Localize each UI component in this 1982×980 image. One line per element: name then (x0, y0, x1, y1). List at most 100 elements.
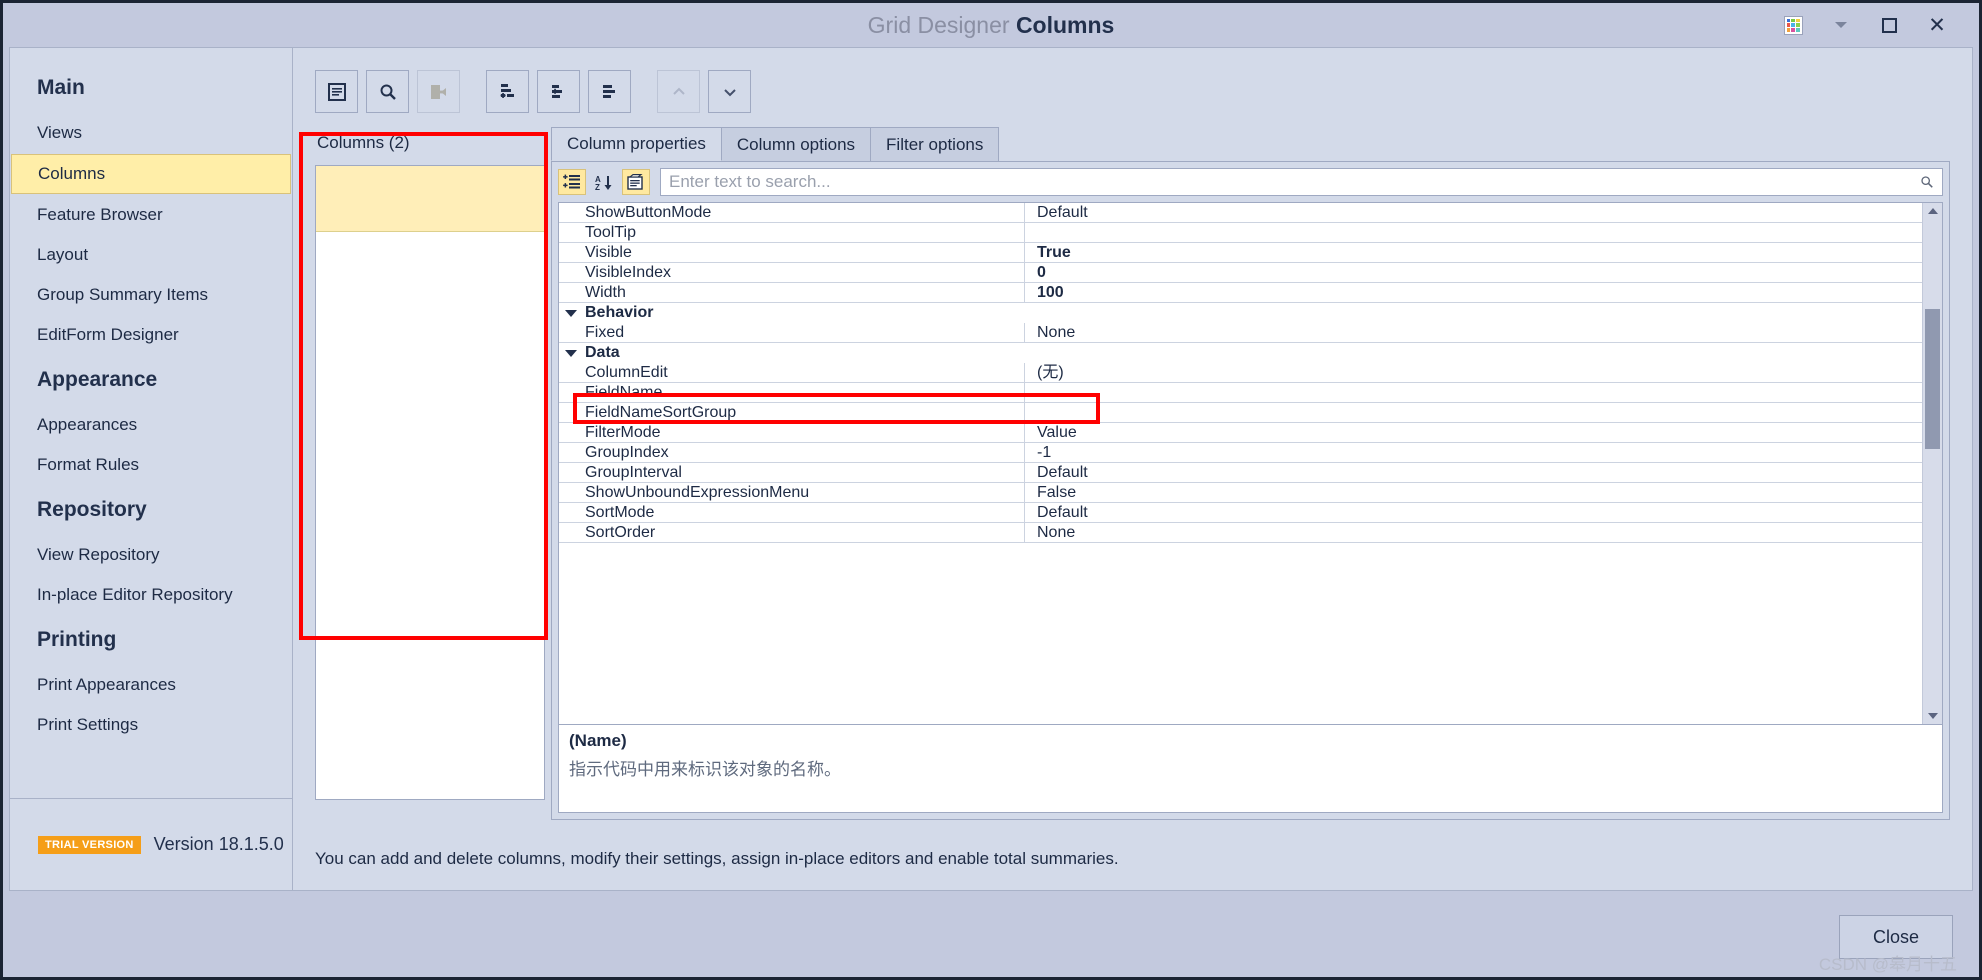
search-icon (1921, 176, 1933, 188)
property-name: FieldName (559, 382, 1025, 403)
show-designer-button[interactable] (315, 70, 358, 113)
scroll-down-icon[interactable] (1923, 708, 1942, 724)
property-grid[interactable]: ShowButtonMode Default ToolTip Visible True V… (558, 202, 1943, 725)
sidebar-item-editform-designer[interactable]: EditForm Designer (10, 316, 292, 354)
property-category-row[interactable]: Behavior (559, 303, 1922, 323)
property-name: SortOrder (559, 522, 1025, 543)
close-glyph: ✕ (1928, 13, 1946, 37)
property-name: ToolTip (559, 222, 1025, 243)
tab-filter-options[interactable]: Filter options (870, 127, 1000, 161)
property-category[interactable]: Data (559, 344, 620, 362)
property-row[interactable]: ToolTip (559, 222, 1922, 243)
search-input[interactable]: Enter text to search... (660, 168, 1943, 196)
triangle-down-icon[interactable] (565, 309, 577, 317)
property-category-label: Behavior (585, 304, 654, 321)
property-value[interactable]: Default (1025, 463, 1922, 483)
sidebar-item-layout[interactable]: Layout (10, 236, 292, 274)
scroll-thumb[interactable] (1925, 309, 1940, 449)
designer-content: Columns (2) Column properties Column opt… (293, 127, 1972, 828)
property-value[interactable] (1025, 383, 1922, 403)
property-name: FieldNameSortGroup (559, 402, 1025, 423)
property-value[interactable]: Value (1025, 423, 1922, 443)
property-row[interactable]: Fixed None (559, 322, 1922, 343)
sidebar-group-printing: Printing (37, 628, 117, 651)
description-icon[interactable] (622, 169, 650, 195)
property-description-text: 指示代码中用来标识该对象的名称。 (569, 760, 841, 779)
property-name: VisibleIndex (559, 262, 1025, 283)
move-down-button[interactable] (708, 70, 751, 113)
categorized-icon[interactable] (558, 169, 586, 195)
skin-grid-icon[interactable] (1769, 8, 1817, 42)
list-item[interactable] (316, 166, 544, 232)
window-title-main: Columns (1015, 12, 1115, 38)
retrieve-fields-button[interactable] (417, 70, 460, 113)
property-value[interactable]: -1 (1025, 443, 1922, 463)
svg-text:Z: Z (595, 183, 600, 191)
add-node-button[interactable] (486, 70, 529, 113)
sidebar-item-columns[interactable]: Columns (11, 154, 291, 194)
columns-list[interactable] (315, 165, 545, 800)
property-row[interactable]: Width 100 (559, 282, 1922, 303)
sidebar-item-in-place-editor-repository[interactable]: In-place Editor Repository (10, 576, 292, 614)
property-value[interactable] (1025, 223, 1922, 243)
property-row[interactable]: ColumnEdit (无) (559, 362, 1922, 383)
search-button[interactable] (366, 70, 409, 113)
property-value[interactable]: Default (1025, 503, 1922, 523)
columns-count-label: Columns (2) (317, 133, 410, 152)
property-value[interactable]: 100 (1025, 283, 1922, 303)
property-row[interactable]: FilterMode Value (559, 422, 1922, 443)
scroll-track[interactable] (1923, 219, 1942, 708)
dialog-footer: Close CSDN @皋月十五 (3, 897, 1979, 977)
close-icon[interactable]: ✕ (1913, 8, 1961, 42)
property-name: ShowButtonMode (559, 203, 1025, 223)
sidebar-item-print-settings[interactable]: Print Settings (10, 706, 292, 744)
property-category[interactable]: Behavior (559, 304, 653, 322)
property-row[interactable]: FieldName (559, 382, 1922, 403)
property-value[interactable]: (无) (1025, 363, 1922, 383)
maximize-icon[interactable] (1865, 8, 1913, 42)
scroll-up-icon[interactable] (1923, 203, 1942, 219)
property-value[interactable] (1025, 403, 1922, 423)
sidebar-item-view-repository[interactable]: View Repository (10, 536, 292, 574)
property-row[interactable]: ShowUnboundExpressionMenu False (559, 482, 1922, 503)
alphabetical-icon[interactable]: AZ (590, 169, 618, 195)
sidebar-item-feature-browser[interactable]: Feature Browser (10, 196, 292, 234)
property-category-row[interactable]: Data (559, 343, 1922, 363)
property-row[interactable]: SortOrder None (559, 522, 1922, 543)
sidebar-item-group-summary-items[interactable]: Group Summary Items (10, 276, 292, 314)
property-row[interactable]: SortMode Default (559, 502, 1922, 523)
property-grid-scrollbar[interactable] (1922, 203, 1942, 724)
property-row[interactable]: VisibleIndex 0 (559, 262, 1922, 283)
sidebar-group-main: Main (37, 76, 85, 99)
property-value[interactable]: Default (1025, 203, 1922, 223)
tab-column-options[interactable]: Column options (720, 127, 872, 161)
property-name: SortMode (559, 502, 1025, 523)
property-row[interactable]: GroupInterval Default (559, 462, 1922, 483)
property-row[interactable]: GroupIndex -1 (559, 442, 1922, 463)
property-value[interactable]: None (1025, 323, 1922, 343)
move-up-button[interactable] (657, 70, 700, 113)
remove-node-button[interactable] (588, 70, 631, 113)
property-value[interactable]: False (1025, 483, 1922, 503)
triangle-down-icon[interactable] (565, 349, 577, 357)
property-row[interactable]: Visible True (559, 242, 1922, 263)
sidebar-item-print-appearances[interactable]: Print Appearances (10, 666, 292, 704)
property-row[interactable]: ShowButtonMode Default (559, 203, 1922, 223)
add-child-node-button[interactable] (537, 70, 580, 113)
property-value[interactable]: 0 (1025, 263, 1922, 283)
sidebar-item-views[interactable]: Views (10, 114, 292, 152)
sidebar-item-appearances[interactable]: Appearances (10, 406, 292, 444)
window-title: Grid Designer Columns (3, 3, 1979, 47)
window-body: Main Views Columns Feature Browser Layou… (3, 47, 1979, 897)
property-value[interactable]: True (1025, 243, 1922, 263)
sidebar-item-format-rules[interactable]: Format Rules (10, 446, 292, 484)
property-category-label: Data (585, 344, 620, 361)
property-row[interactable]: FieldNameSortGroup (559, 402, 1922, 423)
chevron-down-icon[interactable] (1817, 8, 1865, 42)
sidebar: Main Views Columns Feature Browser Layou… (9, 47, 293, 891)
property-value[interactable]: None (1025, 523, 1922, 543)
tab-column-properties[interactable]: Column properties (551, 127, 722, 161)
grid-designer-window: Grid Designer Columns ✕ Main Views Colum… (0, 0, 1982, 980)
property-grid-rows[interactable]: ShowButtonMode Default ToolTip Visible True V… (559, 203, 1922, 724)
property-name: Width (559, 282, 1025, 303)
